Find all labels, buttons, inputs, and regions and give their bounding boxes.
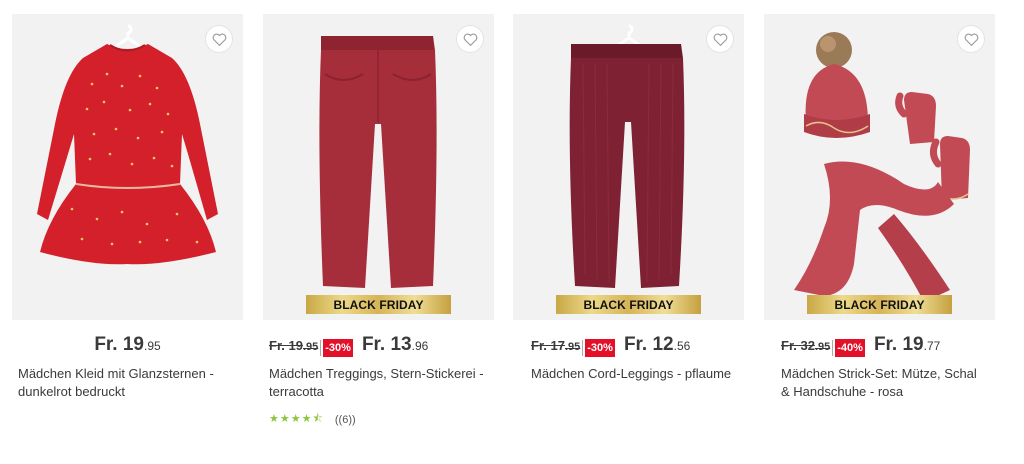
product-image[interactable]: BLACK FRIDAY <box>513 14 744 320</box>
discount-badge: -30% <box>585 339 615 357</box>
dress-illustration <box>37 44 218 265</box>
wishlist-button[interactable] <box>958 26 984 52</box>
heart-outline-icon <box>713 33 727 46</box>
product-image[interactable] <box>12 14 243 320</box>
current-price: Fr. 13.96 <box>361 334 429 355</box>
product-image[interactable]: BLACK FRIDAY <box>764 14 995 320</box>
price-divider <box>320 340 322 356</box>
wishlist-button[interactable] <box>707 26 733 52</box>
old-price: Fr. 32.95 <box>781 338 831 353</box>
black-friday-badge: BLACK FRIDAY <box>556 295 701 314</box>
black-friday-badge: BLACK FRIDAY <box>306 295 451 314</box>
price-row: Fr. 32.95 -40% Fr. 19.77 <box>764 334 995 362</box>
current-price: Fr. 19.95 <box>94 334 161 355</box>
price-row: Fr. 19.95 -30% Fr. 13.96 <box>263 334 494 362</box>
wishlist-button[interactable] <box>457 26 483 52</box>
heart-outline-icon <box>964 33 978 46</box>
discount-badge: -30% <box>323 339 353 357</box>
current-price: Fr. 12.56 <box>623 334 691 355</box>
price-divider <box>582 340 584 356</box>
price-divider <box>832 340 834 356</box>
price-row: Fr. 17.95 -30% Fr. 12.56 <box>513 334 744 362</box>
current-price: Fr. 19.77 <box>873 334 941 355</box>
product-card[interactable]: BLACK FRIDAY Fr. 32.95 -40% Fr. 19.77 Mä… <box>764 14 995 401</box>
rating[interactable]: ★★★★⯪ ((6)) <box>263 410 494 429</box>
product-card[interactable]: BLACK FRIDAY Fr. 19.95 -30% Fr. 13.96 Mä… <box>263 14 494 429</box>
old-price: Fr. 17.95 <box>531 338 581 353</box>
knit-set-illustration <box>794 32 970 302</box>
product-image[interactable]: BLACK FRIDAY <box>263 14 494 320</box>
wishlist-button[interactable] <box>206 26 232 52</box>
price-row: Fr. 19.95 <box>12 334 243 362</box>
product-title[interactable]: Mädchen Cord-Leggings - pflaume <box>513 365 738 383</box>
discount-badge: -40% <box>835 339 865 357</box>
product-card[interactable]: Fr. 19.95 Mädchen Kleid mit Glanzsternen… <box>12 14 243 401</box>
old-price: Fr. 19.95 <box>269 338 319 353</box>
heart-outline-icon <box>463 33 477 46</box>
leggings-illustration <box>569 44 685 288</box>
star-rating-icon: ★★★★⯪ <box>269 413 324 425</box>
product-title[interactable]: Mädchen Strick-Set: Mütze, Schal & Hands… <box>764 365 989 401</box>
product-card[interactable]: BLACK FRIDAY Fr. 17.95 -30% Fr. 12.56 Mä… <box>513 14 744 383</box>
product-title[interactable]: Mädchen Kleid mit Glanzsternen - dunkelr… <box>12 365 237 401</box>
treggings-illustration <box>319 36 437 288</box>
product-title[interactable]: Mädchen Treggings, Stern-Stickerei - ter… <box>263 365 488 401</box>
review-count: ((6)) <box>334 413 356 426</box>
black-friday-badge: BLACK FRIDAY <box>807 295 952 314</box>
heart-outline-icon <box>212 33 226 46</box>
